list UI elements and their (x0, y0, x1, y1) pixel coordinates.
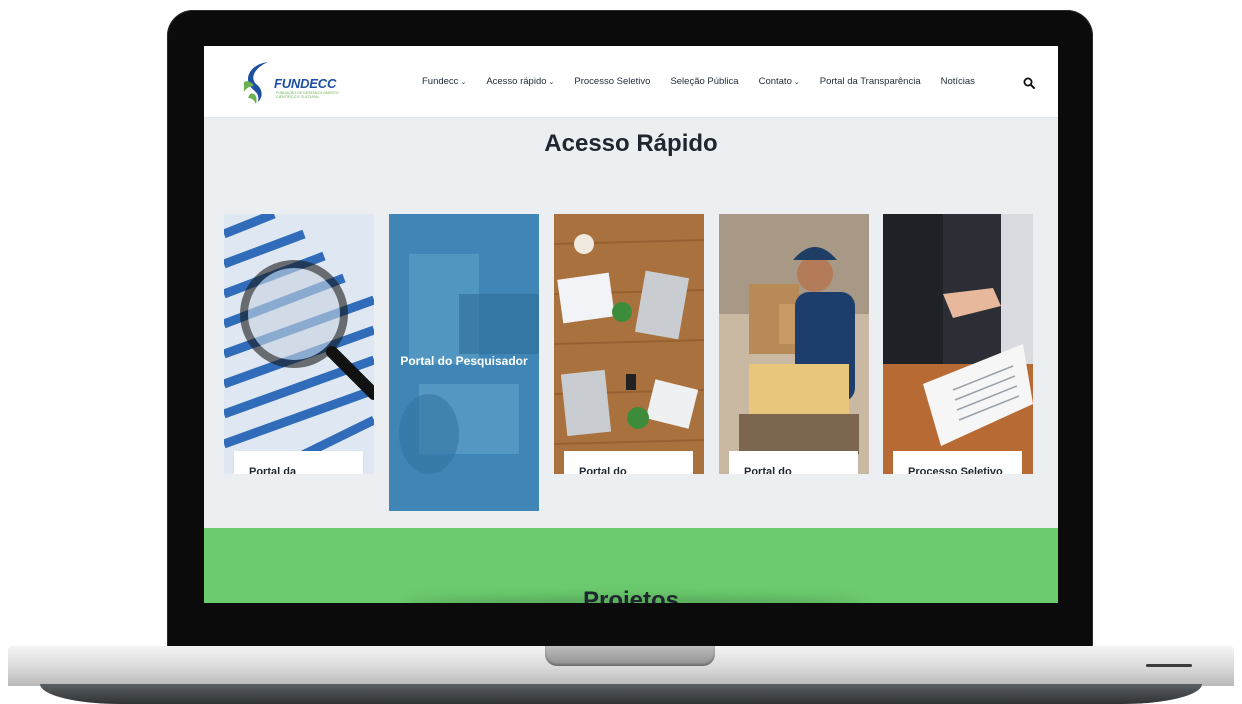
card-label: Processo Seletivo (893, 451, 1022, 474)
card-portal-colaborador[interactable]: Portal do Colaborador (554, 214, 704, 474)
nav-item-label: Seleção Pública (670, 76, 739, 87)
card-photo (224, 214, 374, 474)
card-portal-transparencia[interactable]: Portal da Transparência (224, 214, 374, 474)
nav-item-label: Contato (758, 76, 792, 87)
nav-item-portal-transparencia[interactable]: Portal da Transparência (820, 76, 921, 87)
logo-wordmark: FUNDECC (274, 76, 337, 91)
card-processo-seletivo[interactable]: Processo Seletivo (883, 214, 1033, 474)
card-label: Portal da Transparência (234, 451, 363, 474)
nav-item-label: Fundecc (422, 76, 459, 87)
nav-item-fundecc[interactable]: Fundecc ⌄ (422, 76, 466, 87)
laptop-notch (545, 646, 715, 666)
nav-item-label: Notícias (940, 76, 975, 87)
card-label: Portal do Fornecedor (729, 451, 858, 474)
nav-item-label: Portal da Transparência (819, 76, 921, 87)
card-portal-fornecedor[interactable]: Portal do Fornecedor (719, 214, 869, 474)
card-photo (719, 214, 869, 474)
site-header: FUNDECC FUNDAÇÃO DE DESENVOLVIMENTO CIEN… (204, 46, 1058, 118)
card-portal-pesquisador[interactable]: Portal do Pesquisador (389, 214, 539, 511)
card-feature-title: Portal do Pesquisador (400, 354, 528, 368)
fundecc-logo[interactable]: FUNDECC FUNDAÇÃO DE DESENVOLVIMENTO CIEN… (240, 58, 340, 106)
quick-access-cards: Portal da Transparência Portal do Pesqui… (224, 214, 1044, 514)
laptop-base-edge (40, 684, 1202, 704)
search-icon[interactable] (1023, 76, 1035, 89)
laptop-indicator (1146, 664, 1192, 667)
nav-item-label: Acesso rápido (486, 76, 547, 87)
main-nav: Fundecc ⌄ Acesso rápido ⌄ Processo Seletiv… (422, 76, 995, 87)
nav-item-acesso-rapido[interactable]: Acesso rápido ⌄ (486, 76, 554, 87)
logo-tagline: FUNDAÇÃO DE DESENVOLVIMENTO CIENTÍFICO E… (276, 91, 339, 99)
card-photo (554, 214, 704, 474)
nav-item-selecao-publica[interactable]: Seleção Pública (670, 76, 738, 87)
chevron-down-icon: ⌄ (460, 78, 467, 86)
chevron-down-icon: ⌄ (548, 78, 555, 86)
nav-item-label: Processo Seletivo (574, 76, 651, 87)
nav-item-contato[interactable]: Contato ⌄ (759, 76, 800, 87)
section-title: Acesso Rápido (544, 130, 718, 157)
card-label: Portal do Colaborador (564, 451, 693, 474)
chevron-down-icon: ⌄ (793, 78, 800, 86)
browser-viewport: FUNDECC FUNDAÇÃO DE DESENVOLVIMENTO CIEN… (204, 46, 1058, 603)
laptop-mockup: FUNDECC FUNDAÇÃO DE DESENVOLVIMENTO CIEN… (0, 0, 1242, 704)
nav-item-noticias[interactable]: Notícias (941, 76, 975, 87)
projects-title: Projetos (582, 587, 680, 603)
card-photo (883, 214, 1033, 474)
nav-item-processo-seletivo[interactable]: Processo Seletivo (574, 76, 650, 87)
